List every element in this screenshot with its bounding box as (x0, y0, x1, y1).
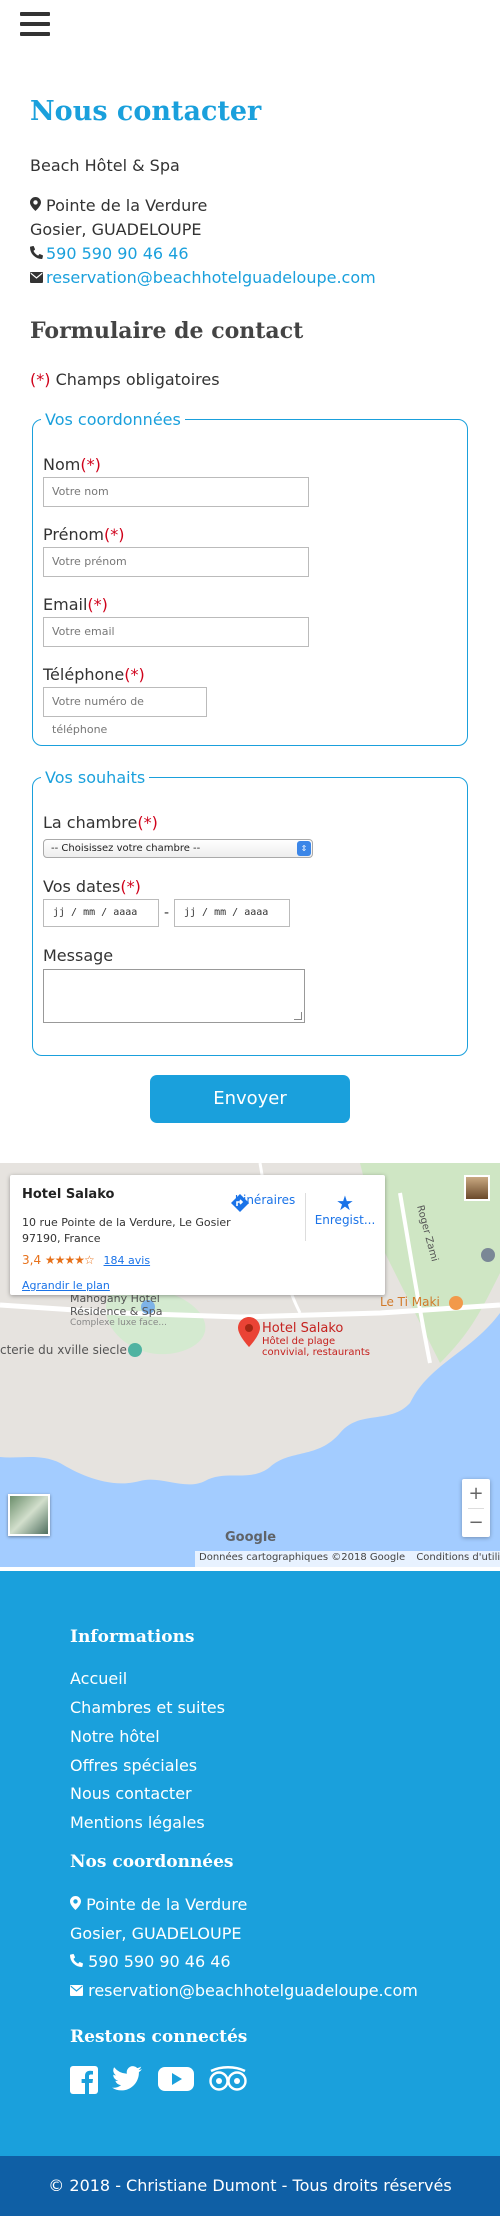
poi-ti-maki[interactable]: Le Ti Maki (380, 1295, 440, 1309)
poi-museum[interactable]: cterie du xville siecle (0, 1343, 127, 1357)
footer-map-marker-icon (70, 1895, 81, 1914)
zoom-out-button[interactable]: − (462, 1508, 490, 1537)
twitter-icon[interactable] (112, 2066, 142, 2096)
footer-coords-title: Nos coordonnées (70, 1852, 234, 1872)
dates-label: Vos dates(*) (43, 877, 141, 896)
footer: Informations Accueil Chambres et suites … (0, 1571, 500, 2156)
footer-link-contact[interactable]: Nous contacter (70, 1784, 192, 1803)
map-attribution: Données cartographiques ©2018 Google Con… (195, 1551, 500, 1567)
directions-icon (231, 1194, 249, 1212)
map-marker-icon (30, 196, 46, 215)
social-icons (70, 2066, 290, 2096)
wishes-legend: Vos souhaits (45, 768, 146, 787)
phone-input[interactable]: Votre numéro de téléphone (43, 687, 207, 736)
email-input[interactable]: Votre email (43, 617, 309, 647)
date-to-input[interactable]: jj / mm / aaaa (174, 899, 290, 927)
email-link[interactable]: reservation@beachhotelguadeloupe.com (46, 268, 376, 287)
directions-button[interactable]: Itinéraires (230, 1193, 300, 1212)
name-label: Nom(*) (43, 455, 101, 474)
zoom-in-button[interactable]: + (462, 1479, 490, 1508)
map[interactable]: Mahogany Hôtel Résidence & Spa Complexe … (0, 1163, 500, 1567)
card-divider (305, 1193, 306, 1241)
phone-link[interactable]: 590 590 90 46 46 (46, 244, 189, 263)
zoom-controls: + − (462, 1479, 490, 1537)
footer-link-legal[interactable]: Mentions légales (70, 1813, 205, 1832)
youtube-icon[interactable] (158, 2066, 194, 2096)
form-title: Formulaire de contact (30, 318, 304, 344)
room-select[interactable]: -- Choisissez votre chambre -- ⇕ (43, 839, 313, 858)
resize-handle[interactable] (294, 1012, 302, 1020)
save-button[interactable]: ★ Enregist... (310, 1193, 380, 1227)
tripadvisor-icon[interactable] (208, 2066, 248, 2096)
email-line: reservation@beachhotelguadeloupe.com (30, 268, 376, 287)
hamburger-icon[interactable] (20, 12, 50, 38)
reviews-link[interactable]: 184 avis (104, 1254, 151, 1267)
footer-phone-icon (69, 1952, 84, 1971)
map-terms-link[interactable]: Conditions d'utilisation (416, 1552, 500, 1563)
phone-line: 590 590 90 46 46 (29, 244, 189, 263)
user-avatar[interactable] (464, 1175, 490, 1201)
address-line-2: Gosier, GUADELOUPE (30, 220, 202, 239)
message-textarea[interactable] (43, 969, 305, 1023)
footer-link-hotel[interactable]: Notre hôtel (70, 1727, 160, 1746)
footer-link-rooms[interactable]: Chambres et suites (70, 1698, 225, 1717)
pin-label: Hotel Salako Hôtel de plage convivial, r… (262, 1321, 370, 1358)
map-card-rating: 3,4 ★★★★☆ 184 avis (22, 1253, 151, 1267)
footer-social-title: Restons connectés (70, 2027, 248, 2047)
footer-link-home[interactable]: Accueil (70, 1669, 127, 1688)
footer-address-2: Gosier, GUADELOUPE (70, 1924, 242, 1943)
submit-button[interactable]: Envoyer (150, 1075, 350, 1123)
footer-link-offers[interactable]: Offres spéciales (70, 1756, 197, 1775)
date-from-input[interactable]: jj / mm / aaaa (43, 899, 159, 927)
enlarge-map-link[interactable]: Agrandir le plan (22, 1279, 110, 1292)
date-separator: - (164, 905, 170, 921)
footer-address-1: Pointe de la Verdure (70, 1895, 247, 1914)
message-label: Message (43, 946, 114, 965)
street-view-thumbnail[interactable] (8, 1494, 50, 1536)
star-icon: ★ (336, 1191, 354, 1215)
name-input[interactable]: Votre nom (43, 477, 309, 507)
footer-email: reservation@beachhotelguadeloupe.com (70, 1981, 418, 2000)
footer-envelope-icon (70, 1981, 83, 2000)
poi-mahogany[interactable]: Mahogany Hôtel Résidence & Spa Complexe … (70, 1292, 167, 1328)
phone-label: Téléphone(*) (43, 665, 145, 684)
facebook-icon[interactable] (70, 2066, 100, 2096)
footer-info-title: Informations (70, 1627, 195, 1647)
address-line-1: Pointe de la Verdure (30, 196, 207, 215)
required-note: (*) Champs obligatoires (30, 370, 220, 389)
google-logo: Google (225, 1530, 277, 1545)
coordinates-legend: Vos coordonnées (45, 410, 181, 429)
map-card-title: Hotel Salako (22, 1187, 115, 1202)
firstname-label: Prénom(*) (43, 525, 125, 544)
select-arrows-icon: ⇕ (297, 841, 311, 856)
map-card-address: 10 rue Pointe de la Verdure, Le Gosier 9… (22, 1216, 231, 1245)
phone-icon (29, 244, 46, 263)
email-label: Email(*) (43, 595, 108, 614)
copyright-bar: © 2018 - Christiane Dumont - Tous droits… (0, 2156, 500, 2216)
room-label: La chambre(*) (43, 813, 158, 832)
firstname-input[interactable]: Votre prénom (43, 547, 309, 577)
map-pin-icon[interactable] (238, 1317, 260, 1347)
footer-phone: 590 590 90 46 46 (69, 1952, 231, 1971)
envelope-icon (30, 268, 46, 287)
hotel-name: Beach Hôtel & Spa (30, 156, 180, 175)
rating-stars: ★★★★☆ (44, 1253, 95, 1267)
page-title: Nous contacter (30, 96, 262, 127)
map-info-card: Hotel Salako 10 rue Pointe de la Verdure… (10, 1175, 385, 1295)
